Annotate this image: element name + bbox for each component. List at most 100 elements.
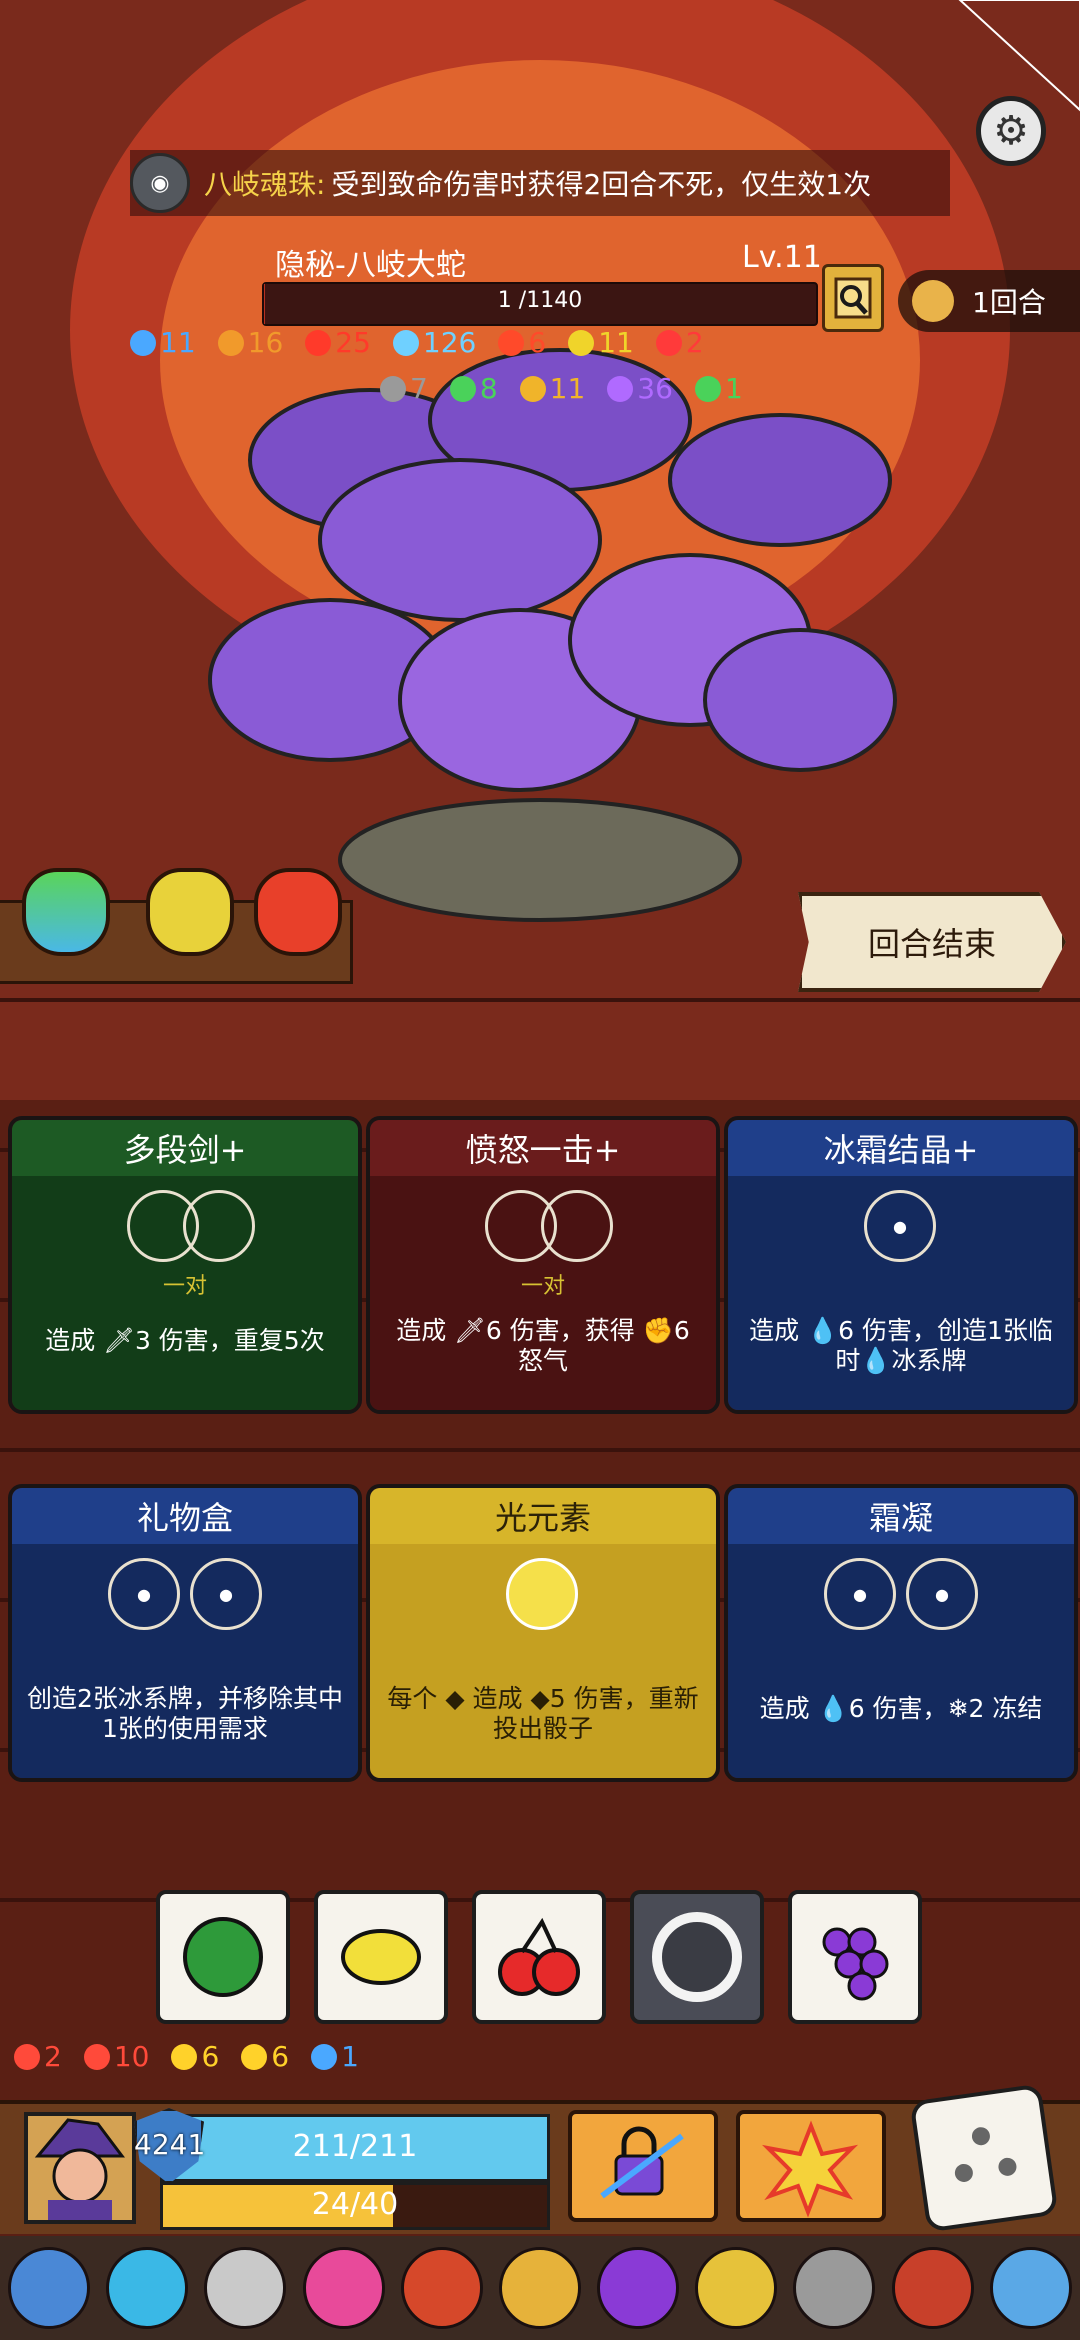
status-effect[interactable]: 7 [380,372,428,405]
status-effect[interactable]: 8 [449,372,498,405]
end-turn-button[interactable]: 回合结束 [798,892,1066,992]
status-effect[interactable]: 6 [498,326,546,359]
card-description: 造成 🗡3 伤害，重复5次 [45,1326,325,1355]
star-icon [171,2043,198,2070]
card-title: 礼物盒 [12,1488,358,1544]
card-title: 光元素 [370,1488,716,1544]
player-hp-bar: 211/211 [160,2114,550,2182]
relic-name: 八岐魂珠: [204,168,326,201]
pair-slot-icon [127,1190,255,1262]
settings-gear-icon[interactable]: ⚙ [976,96,1046,166]
snowflake-icon [392,329,419,356]
relic-bar [0,2236,1080,2340]
hourglass-icon [912,280,954,322]
lock-sword-icon [600,2126,684,2199]
grapes-icon [822,1927,889,2001]
virus-icon [449,375,476,402]
pair-slot-icon [485,1190,613,1262]
die-watermelon[interactable] [156,1890,290,2024]
card-title: 愤怒一击+ [370,1120,716,1176]
skull-icon [380,375,406,402]
relic-banner: ◉ 八岐魂珠: 受到致命伤害时获得2回合不死，仅生效1次 [130,150,950,216]
sword-relic-icon[interactable] [8,2247,91,2329]
slot-label: 一对 [520,1274,565,1299]
enemy-hp-bar: 1 /1140 [262,282,818,326]
leaf-icon [694,375,721,402]
card-light-element[interactable]: 光元素 每个 ◆ 造成 ◆5 伤害，重新投出骰子 [366,1484,720,1782]
slot-label: 一对 [162,1274,207,1299]
status-effect[interactable]: 10 [83,2040,150,2073]
enemy-name: 隐秘-八岐大蛇 [275,248,466,283]
orb-relic-icon[interactable] [302,2247,385,2329]
die-icon [954,2127,1017,2182]
magnifier-icon [834,277,872,319]
status-effect[interactable]: 2 [14,2040,62,2073]
player-avatar[interactable] [24,2112,136,2224]
lemon-slot-icon [506,1558,578,1634]
status-value: 7 [410,372,428,405]
status-value: 11 [549,372,586,405]
card-description: 造成 💧6 伤害，创造1张临时💧冰系牌 [749,1316,1053,1375]
potion-red-icon[interactable] [254,868,342,956]
enemy-status-row-2: 7 8 11 36 1 [380,372,743,405]
reroll-die-button[interactable] [909,2083,1059,2233]
status-value: 10 [113,2040,150,2073]
card-frost-crystal[interactable]: 冰霜结晶+ ● 造成 💧6 伤害，创造1张临时💧冰系牌 [724,1116,1078,1414]
player-mana-bar: 24/40 [160,2182,550,2230]
status-effect[interactable]: 6 [241,2040,289,2073]
collar-relic-icon[interactable] [891,2247,974,2329]
die-grapes[interactable] [788,1890,922,2024]
inspect-button[interactable] [822,264,884,332]
blood-icon [305,329,332,356]
status-effect[interactable]: 6 [171,2040,219,2073]
card-multi-slash[interactable]: 多段剑+ 一对 造成 🗡3 伤害，重复5次 [8,1116,362,1414]
status-value: 16 [247,326,284,359]
die-cherry[interactable] [472,1890,606,2024]
potion-green-icon[interactable] [22,868,110,956]
card-description: 创造2张冰系牌，并移除其中1张的使用需求 [27,1684,343,1743]
status-value: 126 [422,326,477,359]
eye-relic-icon[interactable] [498,2247,581,2329]
burst-skill-button[interactable] [736,2110,886,2222]
card-frost[interactable]: 霜凝 ● ● 造成 💧6 伤害，❄2 冻结 [724,1484,1078,1782]
status-effect[interactable]: 25 [305,326,371,359]
potion-relic-icon[interactable] [597,2247,680,2329]
horn-relic-icon[interactable] [989,2247,1072,2329]
card-description: 每个 ◆ 造成 ◆5 伤害，重新投出骰子 [387,1684,699,1743]
potion-yellow-icon[interactable] [146,868,234,956]
player-buffs: 2 10 6 6 1 [14,2040,359,2073]
status-effect[interactable]: 11 [568,326,634,359]
sparkle-icon [607,375,634,402]
ring-relic-icon[interactable] [204,2247,287,2329]
enemy-hp-text: 1 /1140 [497,288,583,313]
enemy-status-row-1: 11 16 25 126 6 11 2 [130,326,704,359]
explosion-icon [762,2120,859,2218]
status-effect[interactable]: 36 [607,372,673,405]
status-effect[interactable]: 11 [519,372,586,405]
amulet-relic-icon[interactable] [695,2247,778,2329]
status-effect[interactable]: 1 [311,2040,359,2073]
card-description: 造成 💧6 伤害，❄2 冻结 [759,1694,1043,1723]
status-effect[interactable]: 126 [392,326,477,359]
relic-gem-icon: ◉ [130,153,190,213]
speech-icon [130,329,156,356]
helmet-relic-icon[interactable] [793,2247,876,2329]
status-effect[interactable]: 2 [655,326,704,359]
card-title: 冰霜结晶+ [728,1120,1074,1176]
status-value: 11 [160,326,196,359]
die-lemon[interactable] [314,1890,448,2024]
card-description: 造成 🗡6 伤害，获得 ✊6 怒气 [396,1316,690,1375]
status-effect[interactable]: 1 [694,372,743,405]
crystal-relic-icon[interactable] [106,2247,189,2329]
bracelet-relic-icon[interactable] [400,2247,483,2329]
status-effect[interactable]: 11 [130,326,196,359]
card-gift-box[interactable]: 礼物盒 ● ● 创造2张冰系牌，并移除其中1张的使用需求 [8,1484,362,1782]
status-value: 36 [637,372,673,405]
die-ring[interactable] [630,1890,764,2024]
cherry-icon [498,1917,580,1996]
lock-skill-button[interactable] [568,2110,718,2222]
status-value: 2 [685,326,704,359]
card-rage-strike[interactable]: 愤怒一击+ 一对 造成 🗡6 伤害，获得 ✊6 怒气 [366,1116,720,1414]
status-effect[interactable]: 16 [217,326,284,359]
status-value: 2 [44,2040,62,2073]
